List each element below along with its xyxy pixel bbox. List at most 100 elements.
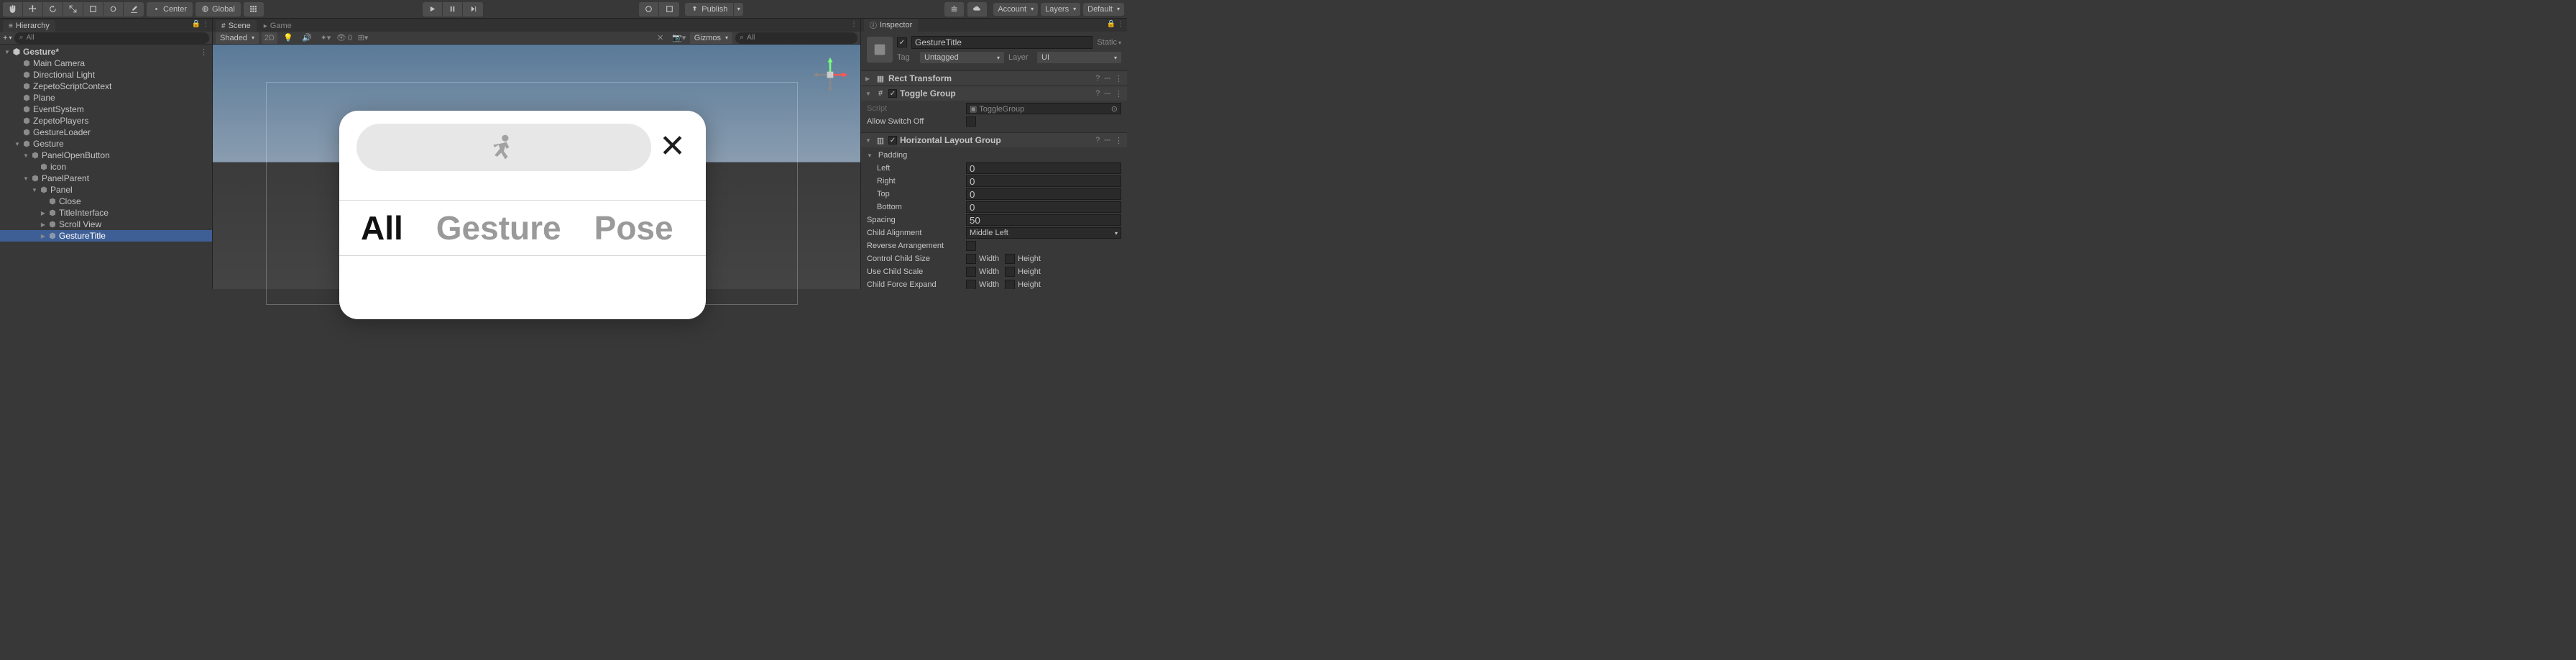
gameobject-icon[interactable]: [867, 37, 893, 63]
account-dropdown[interactable]: Account: [993, 3, 1038, 16]
preset-icon[interactable]: ⎓: [1104, 89, 1110, 98]
hierarchy-item-gestureloader[interactable]: GestureLoader: [0, 127, 212, 138]
tool-settings-icon[interactable]: ✕: [653, 32, 668, 44]
scene-options-icon[interactable]: ⋮: [200, 47, 208, 57]
foldout-icon[interactable]: ▼: [13, 141, 22, 147]
foldout-icon[interactable]: ▼: [22, 152, 30, 159]
active-checkbox[interactable]: ✓: [897, 37, 907, 47]
fold-icon[interactable]: ▼: [865, 91, 873, 97]
panel-lock-icon[interactable]: 🔒: [192, 20, 201, 28]
hierarchy-item-icon[interactable]: icon: [0, 161, 212, 173]
cloud-icon[interactable]: [967, 2, 988, 17]
component-enabled-checkbox[interactable]: ✓: [888, 89, 897, 98]
orientation-gizmo[interactable]: [811, 56, 849, 93]
panel-menu-icon[interactable]: ⋮: [202, 20, 209, 28]
hierarchy-item-close[interactable]: Close: [0, 196, 212, 207]
help-icon[interactable]: ?: [1095, 74, 1100, 83]
padding-bottom-input[interactable]: [966, 201, 1121, 213]
transform-tool[interactable]: [104, 2, 124, 17]
foldout-icon[interactable]: ▼: [30, 187, 39, 193]
publish-dropdown[interactable]: ▾: [733, 3, 743, 16]
pause-button[interactable]: [443, 2, 463, 17]
step-button[interactable]: [463, 2, 483, 17]
static-dropdown[interactable]: ▾: [1118, 40, 1121, 46]
hierarchy-item-panel[interactable]: ▼Panel: [0, 184, 212, 196]
shading-dropdown[interactable]: Shaded: [216, 32, 259, 44]
scene-search[interactable]: All: [735, 32, 857, 44]
foldout-icon[interactable]: ▶: [39, 233, 47, 239]
lighting-toggle[interactable]: 💡: [280, 32, 296, 44]
foldout-icon[interactable]: ▶: [39, 221, 47, 228]
hierarchy-item-zepetoscriptcontext[interactable]: ZepetoScriptContext: [0, 81, 212, 92]
preset-icon[interactable]: ⎓: [1104, 74, 1110, 83]
hierarchy-item-gesture[interactable]: ▼Gesture: [0, 138, 212, 150]
expand-width-checkbox[interactable]: [966, 280, 976, 289]
move-tool[interactable]: [23, 2, 43, 17]
hierarchy-search[interactable]: All: [14, 32, 209, 44]
hidden-toggle[interactable]: 👁0: [336, 32, 352, 44]
hierarchy-tab[interactable]: ≡Hierarchy: [3, 20, 55, 32]
inspector-menu-icon[interactable]: ⋮: [1117, 20, 1124, 28]
collab-icon[interactable]: [944, 2, 965, 17]
help-icon[interactable]: ?: [1095, 136, 1100, 145]
scene-tab[interactable]: #Scene: [216, 20, 257, 32]
audio-toggle[interactable]: 🔊: [299, 32, 315, 44]
allow-switch-off-checkbox[interactable]: [966, 116, 976, 127]
fold-icon[interactable]: ▶: [865, 75, 873, 82]
hierarchy-item-titleinterface[interactable]: ▶TitleInterface: [0, 207, 212, 219]
scale-height-checkbox[interactable]: [1005, 267, 1015, 277]
layout-dropdown[interactable]: Default: [1083, 3, 1124, 16]
fold-icon[interactable]: ▼: [865, 137, 873, 144]
hierarchy-item-scroll-view[interactable]: ▶Scroll View: [0, 219, 212, 230]
grid-toggle[interactable]: ⊞▾: [355, 32, 371, 44]
spacing-input[interactable]: [966, 214, 1121, 226]
reverse-arrangement-checkbox[interactable]: [966, 241, 976, 251]
padding-left-input[interactable]: [966, 162, 1121, 174]
hand-tool[interactable]: [3, 2, 23, 17]
menu-icon[interactable]: ⋮: [1115, 136, 1123, 145]
extra-btn-1[interactable]: [639, 2, 659, 17]
game-tab[interactable]: ▸Game: [258, 20, 298, 32]
control-height-checkbox[interactable]: [1005, 254, 1015, 264]
hierarchy-item-plane[interactable]: Plane: [0, 92, 212, 104]
tag-dropdown[interactable]: Untagged: [920, 52, 1004, 63]
expand-height-checkbox[interactable]: [1005, 280, 1015, 289]
rect-tool[interactable]: [83, 2, 104, 17]
scale-tool[interactable]: [63, 2, 83, 17]
mode-2d-toggle[interactable]: 2D: [262, 32, 277, 44]
hierarchy-item-zepetoplayers[interactable]: ZepetoPlayers: [0, 115, 212, 127]
control-width-checkbox[interactable]: [966, 254, 976, 264]
menu-icon[interactable]: ⋮: [1115, 74, 1123, 83]
scene-panel-menu-icon[interactable]: ⋮: [850, 20, 857, 28]
publish-button[interactable]: Publish ▾: [685, 3, 743, 16]
layers-dropdown[interactable]: Layers: [1041, 3, 1080, 16]
hierarchy-item-panelopenbutton[interactable]: ▼PanelOpenButton: [0, 150, 212, 161]
component-enabled-checkbox[interactable]: ✓: [888, 136, 897, 145]
fx-toggle[interactable]: ✦▾: [318, 32, 334, 44]
toggle-group-header[interactable]: ▼ # ✓ Toggle Group ?⎓⋮: [861, 86, 1127, 101]
help-icon[interactable]: ?: [1095, 89, 1100, 98]
gameobject-name-input[interactable]: [911, 36, 1092, 49]
layer-dropdown[interactable]: UI: [1037, 52, 1121, 63]
horizontal-layout-header[interactable]: ▼ ▥ ✓ Horizontal Layout Group ?⎓⋮: [861, 133, 1127, 147]
gizmos-dropdown[interactable]: Gizmos: [690, 32, 732, 44]
pivot-center-toggle[interactable]: Center: [147, 2, 193, 17]
play-button[interactable]: [423, 2, 443, 17]
scene-row[interactable]: ▼ Gesture* ⋮: [0, 46, 212, 58]
inspector-tab[interactable]: ⓘInspector: [864, 19, 918, 32]
hierarchy-item-directional-light[interactable]: Directional Light: [0, 69, 212, 81]
rect-transform-header[interactable]: ▶ ▦ Rect Transform ?⎓⋮: [861, 71, 1127, 86]
menu-icon[interactable]: ⋮: [1115, 89, 1123, 98]
scene-view[interactable]: ✕ All Gesture Pose: [213, 45, 860, 289]
create-button[interactable]: +▾: [3, 34, 12, 42]
inspector-lock-icon[interactable]: 🔒: [1107, 20, 1116, 28]
snap-toggle[interactable]: [244, 2, 264, 17]
hierarchy-item-gesturetitle[interactable]: ▶GestureTitle: [0, 230, 212, 242]
extra-btn-2[interactable]: [659, 2, 679, 17]
camera-settings-icon[interactable]: 📷▾: [671, 32, 687, 44]
hierarchy-item-panelparent[interactable]: ▼PanelParent: [0, 173, 212, 184]
preset-icon[interactable]: ⎓: [1104, 136, 1110, 145]
padding-right-input[interactable]: [966, 175, 1121, 187]
padding-foldout[interactable]: ▼: [867, 152, 873, 159]
padding-top-input[interactable]: [966, 188, 1121, 200]
